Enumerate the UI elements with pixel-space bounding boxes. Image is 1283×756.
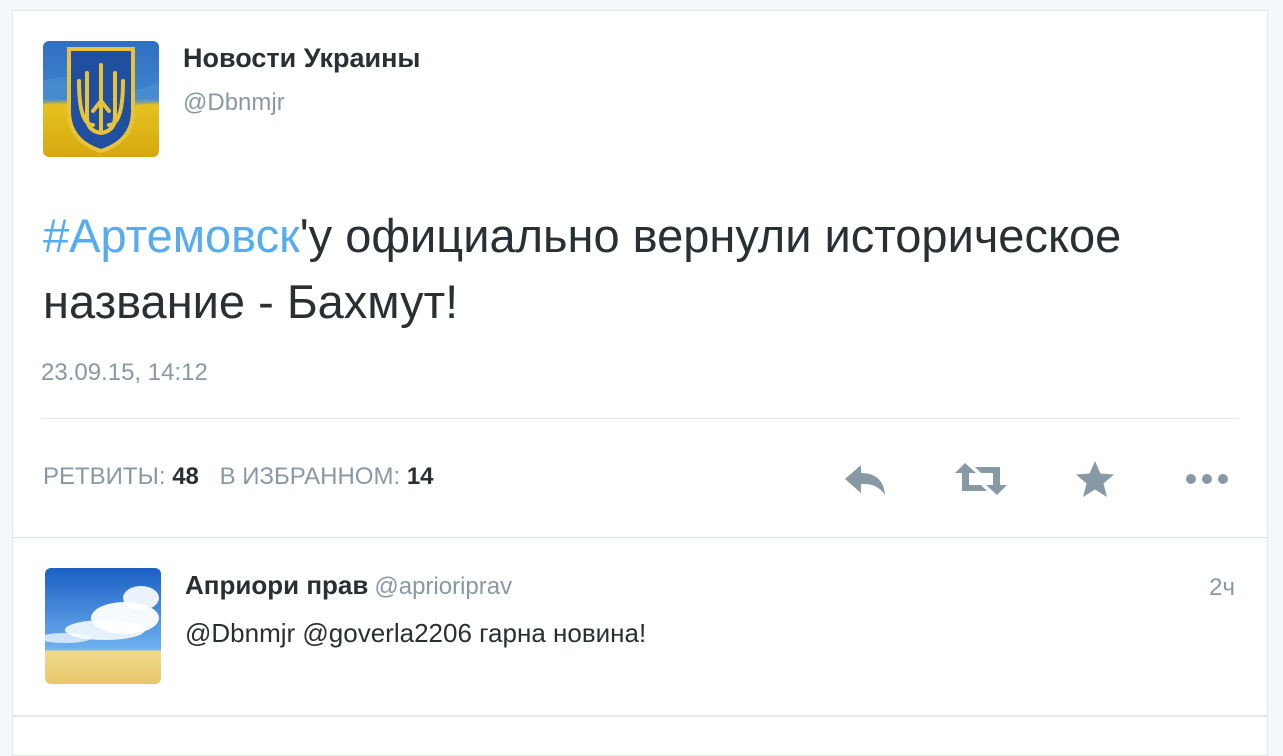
favorite-star-icon (1076, 461, 1114, 497)
reply-tweet[interactable]: Априори прав @aprioriprav 2ч @Dbnmjr @gov… (12, 538, 1268, 716)
divider (41, 418, 1239, 419)
author-handle[interactable]: @Dbnmjr (183, 89, 285, 117)
avatar[interactable] (43, 41, 159, 157)
reply-icon (845, 465, 885, 495)
avatar[interactable] (45, 568, 161, 684)
sky-landscape-avatar (45, 568, 161, 684)
more-dots-icon (1186, 474, 1228, 484)
author-name[interactable]: Новости Украины (183, 43, 420, 74)
ukraine-coat-of-arms-avatar (43, 41, 159, 157)
reply-text: @Dbnmjr @goverla2206 гарна новина! (185, 618, 647, 648)
retweet-button[interactable] (953, 459, 1009, 499)
reply-author-handle[interactable]: @aprioriprav (374, 573, 512, 600)
reply-author[interactable]: Априори прав @aprioriprav (185, 570, 512, 601)
retweet-icon (955, 463, 1007, 495)
more-button[interactable] (1181, 459, 1237, 499)
favorite-button[interactable] (1071, 459, 1119, 499)
tweet-text: #Артемовск'у официально вернули историче… (43, 203, 1243, 335)
reply-timestamp[interactable]: 2ч (1209, 574, 1235, 602)
tweet-actions (13, 459, 1267, 499)
next-tweet[interactable] (12, 716, 1268, 756)
tweet-timestamp[interactable]: 23.09.15, 14:12 (41, 359, 208, 387)
reply-author-name[interactable]: Априори прав (185, 570, 368, 600)
reply-button[interactable] (841, 459, 889, 499)
tweet-card: Новости Украины @Dbnmjr #Артемовск'у офи… (12, 10, 1268, 538)
hashtag-link[interactable]: #Артемовск (43, 209, 300, 262)
